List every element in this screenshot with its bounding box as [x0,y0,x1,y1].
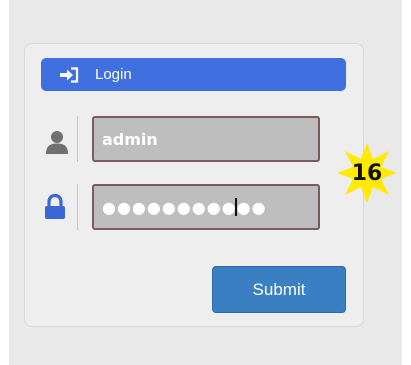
submit-button[interactable]: Submit [212,266,346,313]
page-edge [402,0,411,365]
lock-icon [40,192,70,222]
sign-in-icon [59,66,79,83]
password-input[interactable] [92,184,320,230]
username-icon-divider [77,116,78,162]
text-caret [235,198,237,216]
login-header-label: Login [95,66,132,83]
badge-number: 16 [351,160,383,186]
password-icon-divider [77,184,78,230]
login-header: Login [41,58,346,91]
user-icon [42,128,72,158]
username-input[interactable] [92,116,320,162]
